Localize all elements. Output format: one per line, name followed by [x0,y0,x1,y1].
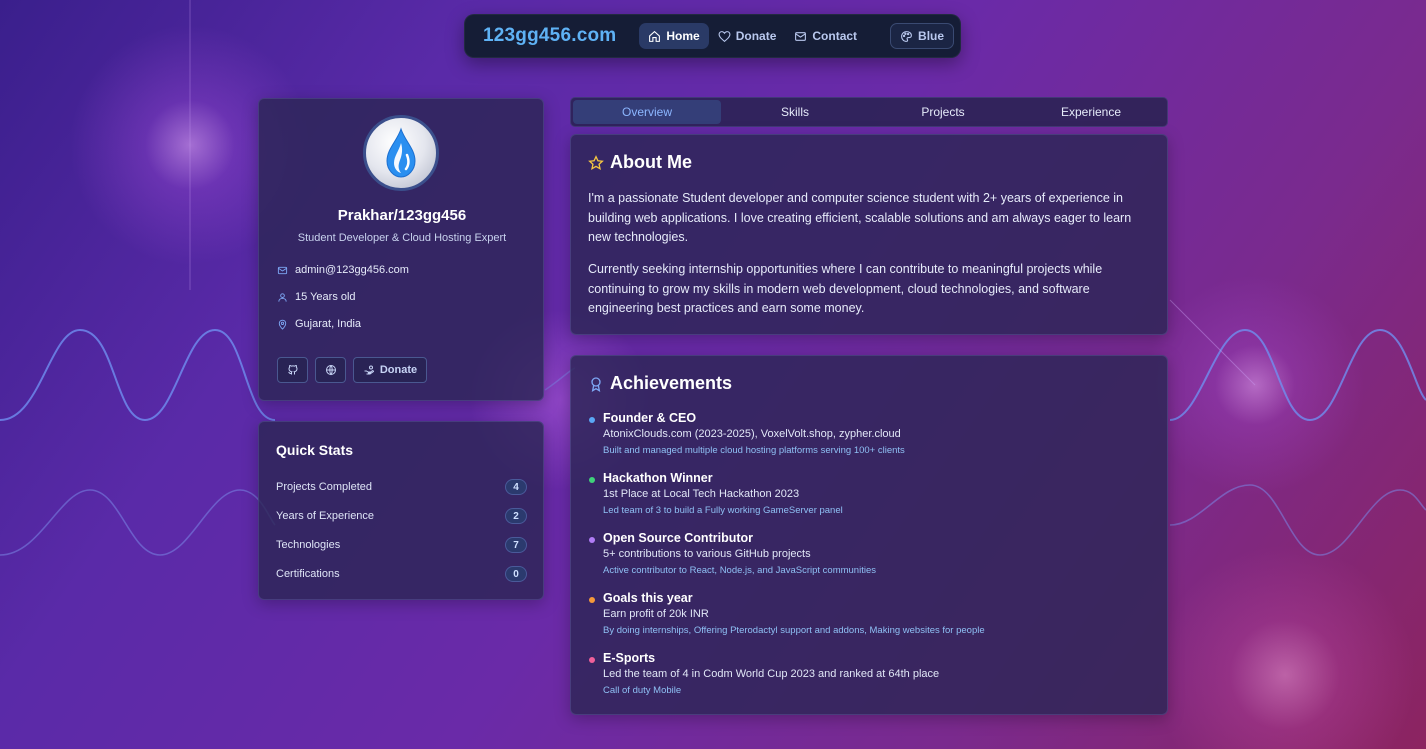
theme-toggle-button[interactable]: Blue [890,23,955,49]
achievement-title: Goals this year [603,591,693,605]
stat-label: Years of Experience [276,510,375,522]
profile-email-row: admin@123gg456.com [277,264,409,276]
achievement-note: Built and managed multiple cloud hosting… [603,445,905,456]
nav-contact-link[interactable]: Contact [785,23,866,49]
globe-icon [325,365,336,376]
profile-card: Prakhar/123gg456 Student Developer & Clo… [258,98,544,401]
star-icon [588,154,604,170]
achievement-note: Active contributor to React, Node.js, an… [603,565,876,576]
home-icon [649,30,661,42]
donate-button[interactable]: Donate [353,357,427,383]
achievement-bullet [589,417,595,423]
profile-age: 15 Years old [295,291,356,303]
achievement-bullet [589,537,595,543]
achievements-title: Achievements [610,373,733,393]
achievement-title: Open Source Contributor [603,531,753,545]
achievement-note: Call of duty Mobile [603,685,682,696]
achievement-bullet [589,597,595,603]
stat-value-badge: 0 [505,566,527,582]
profile-name: Prakhar/123gg456 [337,207,467,224]
theme-toggle-label: Blue [918,29,945,43]
github-icon [287,364,298,375]
profile-location: Gujarat, India [295,318,362,330]
award-icon [591,376,601,392]
section-tabs: Overview Skills Projects Experience [570,97,1168,127]
hand-coins-icon [364,365,374,375]
about-me-title: About Me [610,152,692,172]
map-pin-icon [278,319,287,330]
nav-home-link[interactable]: Home [639,23,709,49]
profile-location-row: Gujarat, India [277,318,361,330]
achievement-desc: AtonixClouds.com (2023-2025), VoxelVolt.… [603,428,901,440]
website-button[interactable] [315,357,346,383]
achievement-desc: 1st Place at Local Tech Hackathon 2023 [603,488,800,500]
donate-button-label: Donate [379,364,418,376]
stat-label: Technologies [276,539,341,551]
profile-age-row: 15 Years old [277,291,356,303]
heart-icon [718,30,731,42]
nav-donate-label: Donate [735,29,777,43]
achievements-heading: Achievements [588,373,732,394]
mail-icon [795,31,807,41]
achievement-bullet [589,657,595,663]
profile-subtitle: Student Developer & Cloud Hosting Expert [297,232,507,244]
about-me-heading: About Me [588,152,692,173]
achievement-title: Founder & CEO [603,411,697,425]
achievement-title: Hackathon Winner [603,471,713,485]
about-me-card: About Me I'm a passionate Student develo… [570,134,1168,335]
stat-row: Certifications 0 [276,566,527,582]
stat-value-badge: 2 [505,508,527,524]
tab-skills[interactable]: Skills [721,100,869,124]
stat-label: Certifications [276,568,340,580]
stat-row: Technologies 7 [276,537,527,553]
github-button[interactable] [277,357,308,383]
profile-email: admin@123gg456.com [295,264,409,276]
quick-stats-card: Quick Stats Projects Completed 4 Years o… [258,421,544,600]
achievement-title: E-Sports [603,651,656,665]
achievement-note: Led team of 3 to build a Fully working G… [603,505,843,516]
tab-projects[interactable]: Projects [869,100,1017,124]
stat-value-badge: 4 [505,479,527,495]
water-drop-icon [386,127,416,178]
tab-overview[interactable]: Overview [573,100,721,124]
achievement-desc: 5+ contributions to various GitHub proje… [603,548,811,560]
about-paragraph-1: I'm a passionate Student developer and c… [588,191,1132,244]
tab-experience[interactable]: Experience [1017,100,1165,124]
user-icon [278,292,287,302]
top-navbar: 123gg456.com Home Donate Contact Blue [464,14,961,58]
brand-logo-text[interactable]: 123gg456.com [483,25,616,47]
achievement-desc: Earn profit of 20k INR [603,608,709,620]
nav-contact-label: Contact [812,29,858,43]
achievement-desc: Led the team of 4 in Codm World Cup 2023… [603,668,940,680]
mail-icon [277,266,288,274]
palette-icon [901,30,912,42]
avatar [363,115,439,191]
stat-row: Years of Experience 2 [276,508,527,524]
nav-home-label: Home [666,29,700,43]
nav-donate-link[interactable]: Donate [709,23,786,49]
achievement-bullet [589,477,595,483]
stat-value-badge: 7 [505,537,527,553]
about-paragraph-2: Currently seeking internship opportuniti… [588,262,1103,315]
achievements-card: Achievements Founder & CEO AtonixClouds.… [570,355,1168,715]
quick-stats-title: Quick Stats [276,442,354,458]
stat-label: Projects Completed [276,481,372,493]
achievement-note: By doing internships, Offering Pterodact… [603,625,985,636]
stat-row: Projects Completed 4 [276,479,527,495]
